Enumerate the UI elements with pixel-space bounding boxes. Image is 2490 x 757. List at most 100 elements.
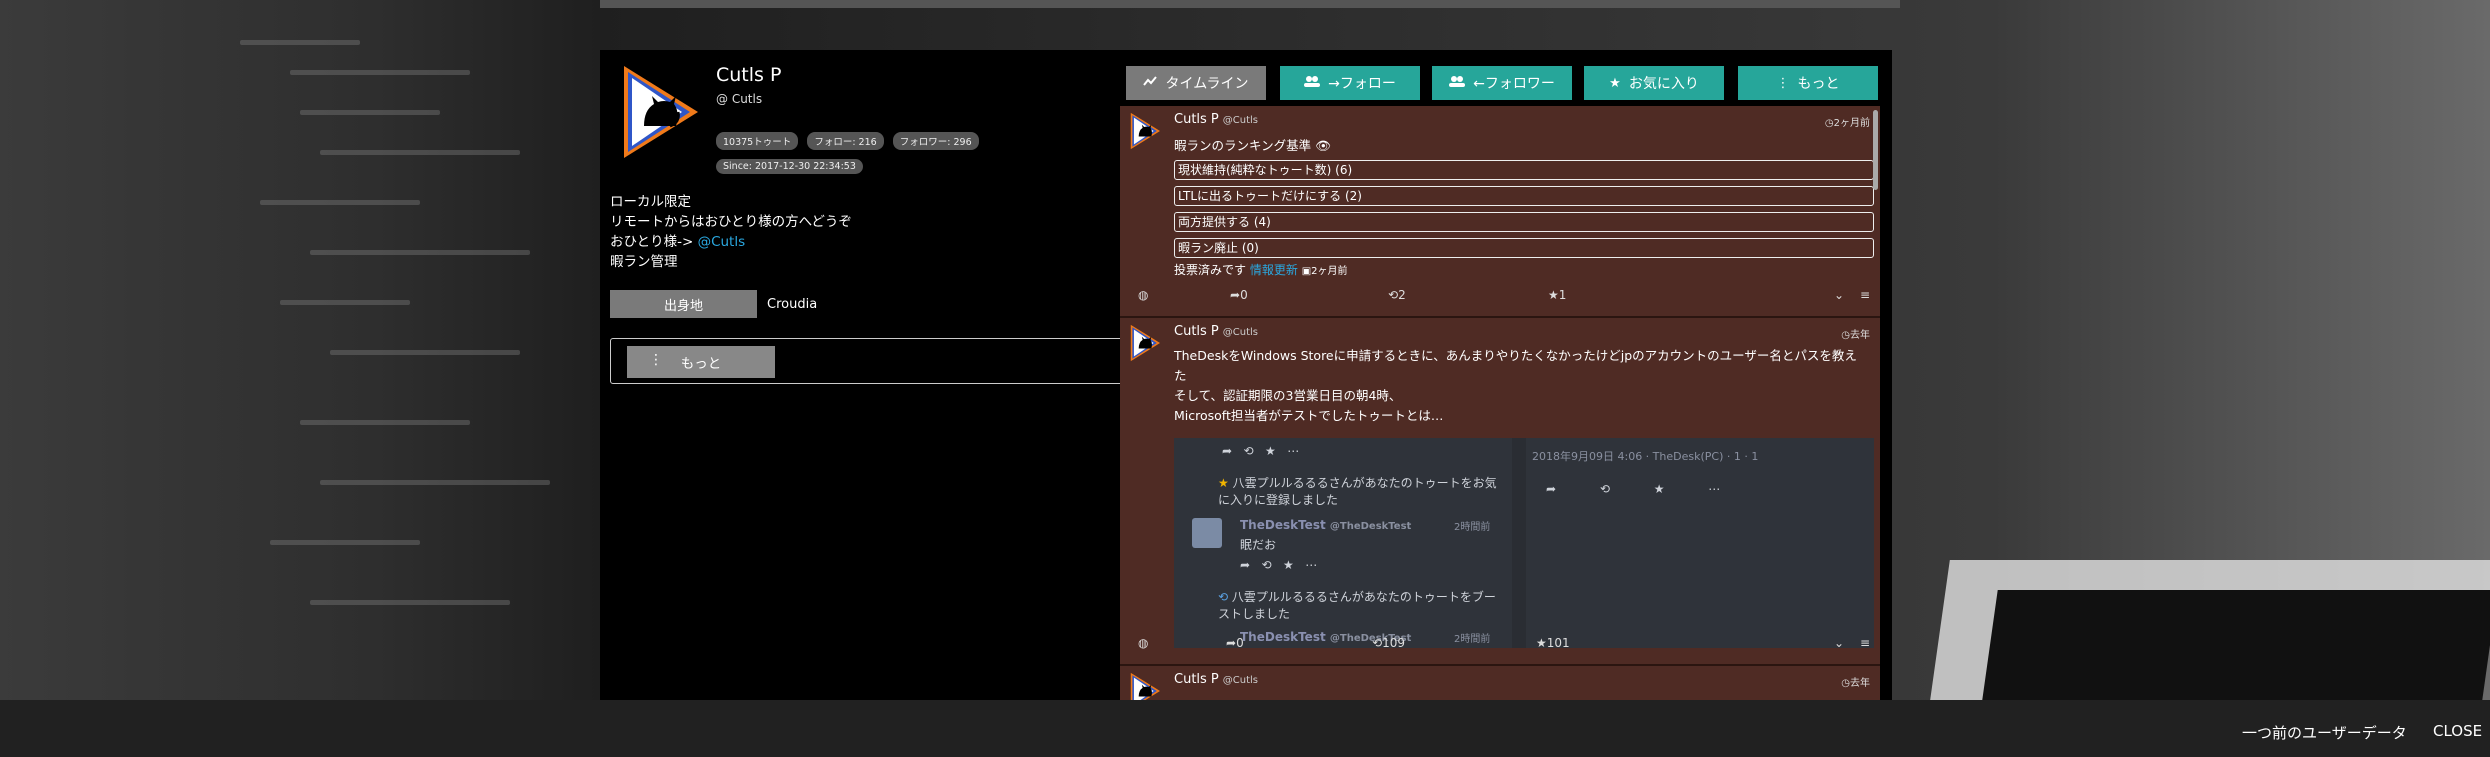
background-decoration [310,250,530,255]
background-decoration [280,300,410,305]
bio-line: 暇ラン管理 [610,254,678,270]
user-timeline[interactable]: Cutls P @Cutls ◷2ヶ月前 暇ランのランキング基準 👁 現状維持(純… [1120,106,1880,700]
poll-time: 2ヶ月前 [1311,266,1348,277]
list-menu-icon[interactable]: ≡ [1860,636,1870,650]
tab-favourites[interactable]: ★ お気に入り [1584,66,1724,100]
post-time-label: 去年 [1850,678,1870,689]
modal-footer: 一つ前のユーザーデータ CLOSE [0,700,2490,757]
poll-status: 投票済みです [1174,263,1247,277]
post-content-line: Microsoft担当者がテストでしたトゥートとは… [1174,408,1444,423]
following-count-badge[interactable]: フォロー: 216 [807,132,884,150]
background-decoration [270,540,420,545]
post-author[interactable]: Cutls P @Cutls [1174,672,1258,687]
post-time-label: 2ヶ月前 [1833,118,1870,129]
avatar[interactable] [622,64,698,160]
media-time: 2時間前 [1454,522,1491,533]
tab-label: ←フォロワー [1473,76,1555,92]
reply-button[interactable]: ➦ 0 [1226,636,1244,650]
post-time-label: 去年 [1850,330,1870,341]
post-time[interactable]: ◷2ヶ月前 [1825,114,1870,129]
toot[interactable]: Cutls P @Cutls ◷去年 TheDeskをWindows Storeに… [1120,318,1880,664]
list-menu-icon[interactable]: ≡ [1860,288,1870,302]
bio-line: リモートからはおひとり様の方へどうぞ [610,214,852,230]
post-actions: ◍ ➦ 0 ⟲ 109 ★ 101 ⌄ ≡ [1120,636,1880,658]
background-decoration [240,40,360,45]
post-time[interactable]: ◷去年 [1841,326,1870,341]
background-decoration [320,150,520,155]
post-author-handle: @Cutls [1222,327,1259,338]
boost-button[interactable]: ⟲ 109 [1372,636,1405,650]
profile-stats: 10375トゥート フォロー: 216 フォロワー: 296 Since: 20… [716,130,1046,178]
chevron-down-icon[interactable]: ⌄ [1834,636,1844,650]
media-action-icons: ➦ ⟲ ★ ⋯ [1222,444,1300,458]
post-content-line: そして、認証期限の3営業日目の朝4時、 [1174,388,1402,403]
profile-more-button[interactable]: ⋮ もっと [627,346,775,378]
media-notification: ★ 八雲プルルるるるさんがあなたのトゥートをお気に入りに登録しました [1218,474,1498,508]
calendar-icon: ▣ [1301,266,1312,277]
chevron-down-icon[interactable]: ⌄ [1834,288,1844,302]
media-notification-text: 八雲プルルるるるさんがあなたのトゥートをお気に入りに登録しました [1218,476,1497,507]
background-decoration [290,70,470,75]
scrollbar[interactable] [1873,110,1878,190]
post-author-name: Cutls P [1174,112,1219,127]
boost-count: 109 [1382,636,1405,650]
reply-button[interactable]: ➦ 0 [1230,288,1248,302]
post-author-handle: @Cutls [1222,115,1259,126]
poll-option[interactable]: 両方提供する (4) [1174,212,1874,232]
clock-icon: ◷ [1841,678,1850,689]
star-icon: ★ [1218,476,1229,490]
toot[interactable]: Cutls P @Cutls ◷去年 [1120,666,1880,700]
chart-line-icon [1143,75,1158,91]
poll-option[interactable]: LTLに出るトゥートだけにする (2) [1174,186,1874,206]
post-media-image[interactable]: ➦ ⟲ ★ ⋯ ★ 八雲プルルるるるさんがあなたのトゥートをお気に入りに登録しま… [1174,438,1874,648]
media-left-pane: ➦ ⟲ ★ ⋯ ★ 八雲プルルるるるさんがあなたのトゥートをお気に入りに登録しま… [1174,438,1512,648]
tab-more[interactable]: ⋮ もっと [1738,66,1878,100]
tab-following[interactable]: →フォロー [1280,66,1420,100]
boost-button[interactable]: ⟲ 2 [1388,288,1406,302]
bio-mention-link[interactable]: @Cutls [698,234,746,250]
favourite-button[interactable]: ★ 1 [1548,288,1566,302]
profile-more-section: ⋮ もっと [610,338,1158,384]
tab-timeline[interactable]: タイムライン [1126,66,1266,100]
profile-field: 出身地 Croudia [610,290,817,318]
post-author-name: Cutls P [1174,324,1219,339]
background-decoration [310,600,510,605]
reply-count: 0 [1240,288,1248,302]
post-content: TheDeskをWindows Storeに申請するときに、あんまりやりたくなか… [1174,346,1864,426]
post-avatar[interactable] [1130,672,1160,700]
post-author[interactable]: Cutls P @Cutls [1174,112,1258,127]
profile-bio: ローカル限定 リモートからはおひとり様の方へどうぞ おひとり様-> @Cutls… [610,192,1150,272]
media-notification: ⟲ 八雲プルルるるるさんがあなたのトゥートをブーストしました [1218,588,1498,622]
tab-label: →フォロー [1328,76,1396,92]
poll-option[interactable]: 現状維持(純粋なトゥート数) (6) [1174,160,1874,180]
media-right-pane: 2018年9月09日 4:06 · TheDesk(PC) · 1 · 1 ➦ … [1526,438,1874,648]
clock-icon: ◷ [1841,330,1850,341]
favourite-button[interactable]: ★ 101 [1536,636,1570,650]
bio-line: おひとり様-> @Cutls [610,232,1150,252]
media-right-meta: 2018年9月09日 4:06 · TheDesk(PC) · 1 · 1 [1532,450,1759,463]
toot-count-badge[interactable]: 10375トゥート [716,132,799,150]
post-author[interactable]: Cutls P @Cutls [1174,324,1258,339]
since-date-badge: Since: 2017-12-30 22:34:53 [716,159,863,174]
tab-label: タイムライン [1165,76,1249,92]
post-avatar[interactable] [1130,112,1160,150]
close-button[interactable]: CLOSE [2433,722,2482,740]
poll-refresh-link[interactable]: 情報更新 [1250,263,1298,277]
tab-label: もっと [1797,76,1840,92]
toot[interactable]: Cutls P @Cutls ◷2ヶ月前 暇ランのランキング基準 👁 現状維持(純… [1120,106,1880,316]
tab-followers[interactable]: ←フォロワー [1432,66,1572,100]
tab-label: お気に入り [1628,76,1699,92]
background-decoration [260,200,420,205]
media-body: 眠だお [1240,538,1277,552]
people-icon [1304,75,1321,91]
previous-user-button[interactable]: 一つ前のユーザーデータ [2242,722,2407,743]
people-icon [1449,75,1466,91]
more-vertical-icon: ⋮ [1776,75,1790,91]
post-avatar[interactable] [1130,324,1160,362]
followers-count-badge[interactable]: フォロワー: 296 [892,132,979,150]
media-notification-text: 八雲プルルるるるさんがあなたのトゥートをブーストしました [1218,590,1496,621]
poll-option[interactable]: 暇ラン廃止 (0) [1174,238,1874,258]
post-time[interactable]: ◷去年 [1841,674,1870,689]
boost-count: 2 [1398,288,1406,302]
background-decoration [300,110,440,115]
